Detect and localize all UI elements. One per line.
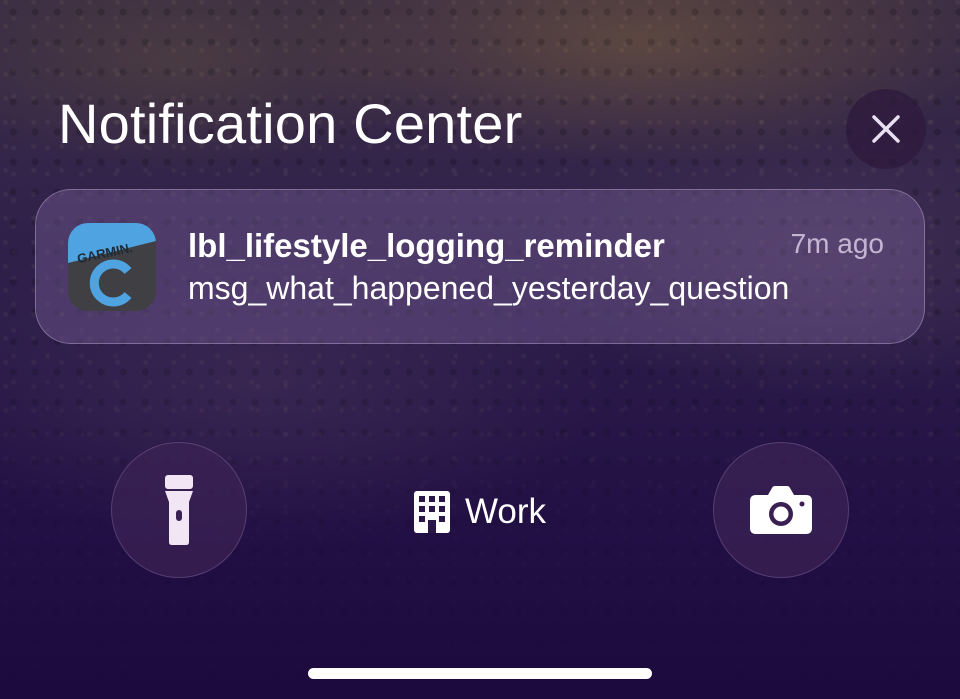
notification-body: msg_what_happened_yesterday_question [188, 270, 790, 306]
notification-time: 7m ago [790, 228, 884, 259]
focus-mode-label: Work [465, 492, 547, 531]
notification-card[interactable]: GARMIN. lbl_lifestyle_logging_reminder 7… [35, 189, 925, 344]
focus-mode-indicator[interactable]: Work [414, 490, 546, 534]
flashlight-icon [165, 475, 193, 545]
flashlight-button[interactable] [111, 442, 247, 578]
page-title: Notification Center [58, 92, 523, 155]
close-icon [872, 115, 900, 143]
garmin-app-icon: GARMIN. [68, 223, 156, 311]
camera-icon [750, 486, 812, 534]
notification-title: lbl_lifestyle_logging_reminder [188, 227, 665, 264]
close-button[interactable] [846, 89, 926, 169]
camera-button[interactable] [713, 442, 849, 578]
home-indicator[interactable] [308, 668, 652, 679]
building-icon [414, 491, 450, 533]
